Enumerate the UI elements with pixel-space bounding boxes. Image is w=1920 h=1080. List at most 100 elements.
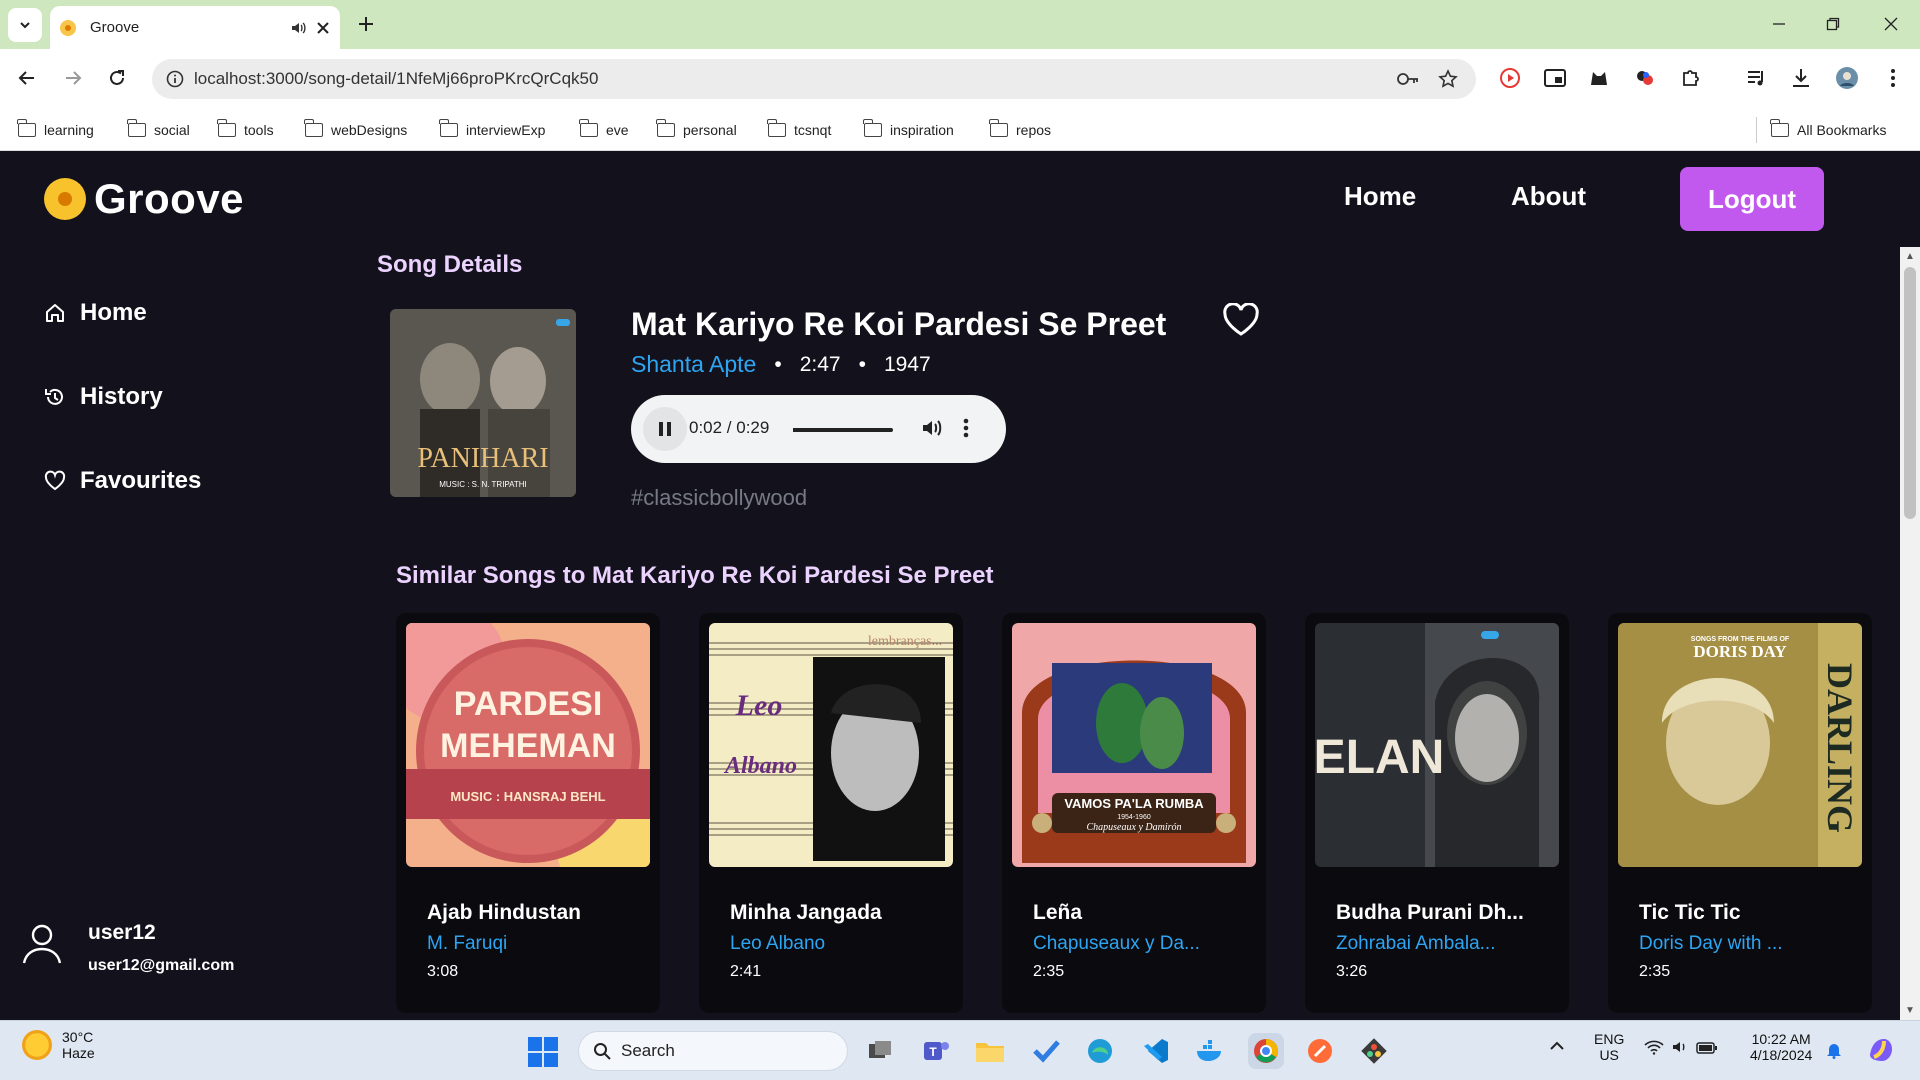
bookmark-label: learning: [44, 122, 94, 138]
extension-cat[interactable]: [1584, 63, 1614, 93]
sidebar-item-history[interactable]: History: [44, 383, 163, 411]
nav-about-link[interactable]: About: [1511, 181, 1586, 212]
history-icon: [44, 386, 66, 408]
card-artist[interactable]: Leo Albano: [730, 933, 825, 955]
page-scrollbar[interactable]: ▲ ▼: [1900, 247, 1920, 1020]
card-title: Ajab Hindustan: [427, 901, 582, 924]
copilot-button[interactable]: [1866, 1035, 1896, 1065]
chrome-app[interactable]: [1248, 1033, 1284, 1069]
bookmark-folder[interactable]: eve: [579, 117, 629, 143]
notifications-button[interactable]: [1826, 1041, 1842, 1059]
bookmark-label: inspiration: [890, 122, 954, 138]
new-tab-button[interactable]: [352, 10, 380, 38]
bookmarks-bar: learning social tools webDesigns intervi…: [0, 109, 1920, 151]
start-button[interactable]: [528, 1037, 558, 1067]
extensions-button[interactable]: [1676, 63, 1706, 93]
scroll-down-icon[interactable]: ▼: [1905, 1005, 1915, 1016]
song-card[interactable]: ELAN Budha Purani Dh... Zohrabai Ambala.…: [1305, 613, 1569, 1013]
scroll-up-icon[interactable]: ▲: [1905, 251, 1915, 262]
art-text: VAMOS PA'LA RUMBA: [1064, 796, 1204, 811]
bookmark-folder[interactable]: learning: [17, 117, 94, 143]
profile-button[interactable]: [1832, 63, 1862, 93]
favourite-button[interactable]: [1222, 303, 1260, 337]
sidebar-item-favourites[interactable]: Favourites: [44, 467, 201, 495]
folder-icon: [1770, 119, 1789, 137]
site-info-icon[interactable]: [166, 70, 184, 88]
vscode-app[interactable]: [1138, 1033, 1174, 1069]
media-controls-button[interactable]: [1742, 63, 1772, 93]
weather-widget[interactable]: 30°C Haze: [22, 1029, 95, 1061]
extension-color[interactable]: [1630, 63, 1660, 93]
bookmark-folder[interactable]: personal: [656, 117, 737, 143]
pause-button[interactable]: [643, 407, 687, 451]
password-key-icon[interactable]: [1396, 69, 1420, 89]
address-bar[interactable]: localhost:3000/song-detail/1NfeMj66proPK…: [152, 59, 1476, 99]
close-icon[interactable]: [316, 21, 330, 35]
brand-logo[interactable]: Groove: [44, 175, 244, 223]
teams-app[interactable]: T: [918, 1033, 954, 1069]
song-hashtag[interactable]: #classicbollywood: [631, 485, 807, 511]
bookmark-folder[interactable]: tools: [217, 117, 274, 143]
window-close-button[interactable]: [1876, 10, 1906, 38]
back-button[interactable]: [12, 63, 42, 93]
postman-app[interactable]: [1302, 1033, 1338, 1069]
tray-overflow-button[interactable]: [1550, 1041, 1564, 1051]
restore-button[interactable]: [1818, 10, 1848, 38]
song-card[interactable]: SONGS FROM THE FILMS OF DORIS DAY DARLIN…: [1608, 613, 1872, 1013]
card-artist[interactable]: Zohrabai Ambala...: [1336, 933, 1495, 955]
wifi-icon: [1644, 1039, 1664, 1055]
meta-separator: •: [774, 352, 782, 376]
browser-tab[interactable]: Groove: [50, 6, 340, 49]
tab-search-button[interactable]: [8, 8, 42, 42]
language-indicator[interactable]: ENG US: [1594, 1031, 1624, 1063]
card-artist[interactable]: Doris Day with ...: [1639, 933, 1783, 955]
more-vertical-icon[interactable]: [963, 417, 969, 439]
logout-button[interactable]: Logout: [1680, 167, 1824, 231]
bookmark-folder[interactable]: webDesigns: [304, 117, 407, 143]
bookmark-label: tcsnqt: [794, 122, 832, 138]
task-view-app[interactable]: [862, 1033, 898, 1069]
bookmark-folder[interactable]: tcsnqt: [767, 117, 832, 143]
folder-icon: [989, 119, 1008, 137]
art-text: PARDESI: [454, 685, 603, 723]
sidebar-item-home[interactable]: Home: [44, 299, 147, 327]
bookmark-folder[interactable]: interviewExp: [439, 117, 545, 143]
all-bookmarks[interactable]: All Bookmarks: [1756, 117, 1886, 143]
song-card[interactable]: lembranças... Leo Albano Minha Jangada L…: [699, 613, 963, 1013]
progress-slider[interactable]: [793, 428, 893, 432]
card-artist[interactable]: Chapuseaux y Da...: [1033, 933, 1200, 955]
reload-button[interactable]: [102, 63, 132, 93]
clock[interactable]: 10:22 AM 4/18/2024: [1750, 1031, 1812, 1063]
network-volume-battery[interactable]: [1644, 1039, 1718, 1058]
song-card[interactable]: VAMOS PA'LA RUMBA 1954-1960 Chapuseaux y…: [1002, 613, 1266, 1013]
song-artist-link[interactable]: Shanta Apte: [631, 351, 756, 378]
search-label: Search: [621, 1041, 675, 1060]
taskbar-search[interactable]: Search: [578, 1031, 848, 1071]
extension-record[interactable]: [1495, 63, 1525, 93]
scrollbar-thumb[interactable]: [1904, 267, 1916, 519]
docker-app[interactable]: [1192, 1033, 1228, 1069]
user-profile[interactable]: user12 user12@gmail.com: [20, 921, 234, 974]
song-card[interactable]: PARDESI MEHEMAN MUSIC : HANSRAJ BEHL Aja…: [396, 613, 660, 1013]
folder-app-icon: [975, 1039, 1005, 1063]
nav-home-link[interactable]: Home: [1344, 181, 1416, 212]
bookmark-folder[interactable]: inspiration: [863, 117, 954, 143]
edge-app[interactable]: [1082, 1033, 1118, 1069]
card-artist[interactable]: M. Faruqi: [427, 933, 507, 955]
downloads-button[interactable]: [1786, 63, 1816, 93]
disc-logo-icon: [44, 178, 86, 220]
song-year: 1947: [883, 352, 931, 376]
speaker-icon[interactable]: [290, 20, 306, 36]
file-explorer-app[interactable]: [972, 1033, 1008, 1069]
git-app[interactable]: [1356, 1033, 1392, 1069]
extension-pip[interactable]: [1540, 63, 1570, 93]
browser-menu-button[interactable]: [1878, 63, 1908, 93]
forward-button[interactable]: [58, 63, 88, 93]
volume-icon[interactable]: [921, 417, 943, 439]
minimize-button[interactable]: [1764, 10, 1794, 38]
star-icon[interactable]: [1438, 69, 1458, 89]
copilot-icon: [1866, 1035, 1896, 1065]
todo-app[interactable]: [1028, 1033, 1064, 1069]
bookmark-folder[interactable]: social: [127, 117, 190, 143]
bookmark-folder[interactable]: repos: [989, 117, 1051, 143]
